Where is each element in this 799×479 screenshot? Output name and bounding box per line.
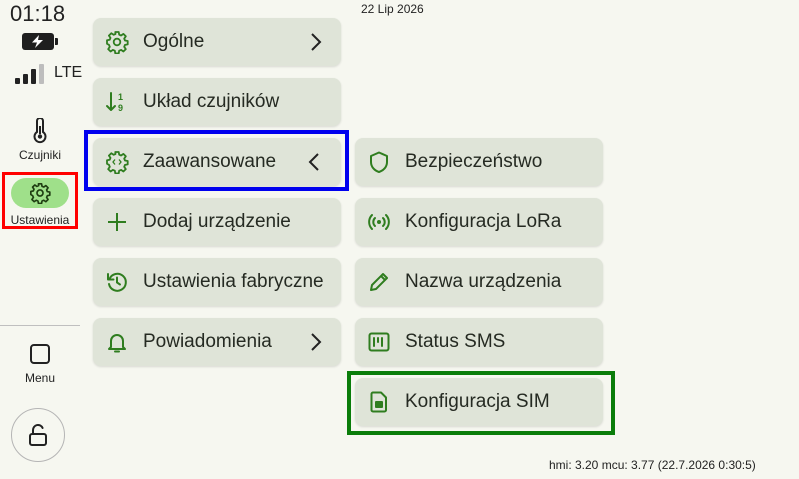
menu-security-button[interactable]: Bezpieczeństwo (355, 138, 603, 186)
menu-add-device-button[interactable]: Dodaj urządzenie (93, 198, 341, 246)
square-icon (29, 343, 51, 365)
shield-icon (367, 150, 391, 174)
menu-security-label: Bezpieczeństwo (405, 151, 543, 172)
sms-status-icon (367, 330, 391, 354)
highlight-box-blue (84, 130, 349, 191)
history-icon (105, 270, 129, 294)
svg-text:1: 1 (118, 92, 123, 102)
network-type: LTE (54, 64, 83, 81)
thermometer-icon (28, 118, 52, 144)
gear-icon (105, 30, 129, 54)
menu-sms-status-label: Status SMS (405, 331, 506, 352)
rail-divider (0, 325, 80, 326)
battery-charging-icon (22, 33, 58, 50)
plus-icon (105, 210, 129, 234)
unlock-icon (27, 423, 49, 447)
clock: 01:18 (10, 1, 66, 26)
menu-general-button[interactable]: Ogólne (93, 18, 341, 66)
version-info: hmi: 3.20 mcu: 3.77 (22.7.2026 0:30:5) (549, 458, 756, 472)
menu-add-device-label: Dodaj urządzenie (143, 211, 291, 232)
menu-sensor-layout-button[interactable]: 19 Układ czujników (93, 78, 341, 126)
highlight-box-green (347, 371, 615, 435)
menu-notifications-label: Powiadomienia (143, 331, 272, 352)
svg-text:9: 9 (118, 103, 123, 113)
date-display: 22 Lip 2026 (361, 2, 424, 16)
menu-factory-settings-label: Ustawienia fabryczne (143, 271, 324, 292)
sort-icon: 19 (105, 90, 129, 114)
menu-sensor-layout-label: Układ czujników (143, 91, 280, 112)
menu-general-label: Ogólne (143, 31, 205, 52)
bell-icon (105, 330, 129, 354)
chevron-right-icon (303, 30, 327, 54)
pencil-icon (367, 270, 391, 294)
menu-device-name-button[interactable]: Nazwa urządzenia (355, 258, 603, 306)
chevron-right-icon (303, 330, 327, 354)
menu-device-name-label: Nazwa urządzenia (405, 271, 562, 292)
menu-notifications-button[interactable]: Powiadomienia (93, 318, 341, 366)
menu-sms-status-button[interactable]: Status SMS (355, 318, 603, 366)
menu-factory-settings-button[interactable]: Ustawienia fabryczne (93, 258, 341, 306)
nav-sensors[interactable]: Czujniki (0, 118, 80, 162)
lock-button[interactable] (11, 408, 65, 462)
menu-lora-config-button[interactable]: Konfiguracja LoRa (355, 198, 603, 246)
menu-lora-config-label: Konfiguracja LoRa (405, 211, 562, 232)
nav-menu-label: Menu (24, 371, 56, 385)
nav-menu[interactable]: Menu (0, 343, 80, 385)
highlight-box-red (2, 172, 78, 229)
nav-sensors-label: Czujniki (18, 148, 61, 162)
signal-strength-icon (15, 64, 47, 84)
radio-waves-icon (367, 210, 391, 234)
